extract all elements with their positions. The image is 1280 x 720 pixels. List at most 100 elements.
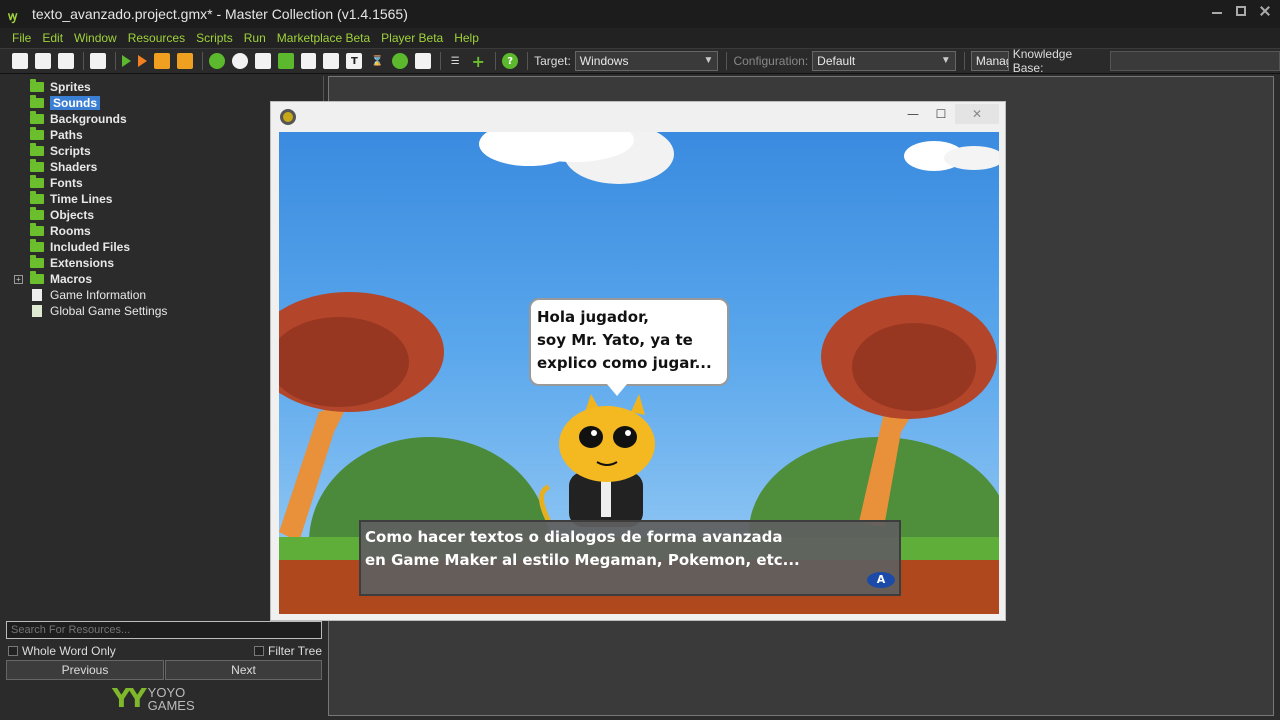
menu-help[interactable]: Help [454, 31, 479, 45]
menu-player-beta[interactable]: Player Beta [381, 31, 443, 45]
menu-marketplace-beta[interactable]: Marketplace Beta [277, 31, 370, 45]
yoyo-mark-icon: YY [112, 684, 147, 714]
tree-item-fonts[interactable]: Fonts [30, 175, 83, 191]
cloud [479, 132, 674, 184]
filter-tree-checkbox[interactable]: Filter Tree [254, 644, 322, 658]
gamemaker-logo-icon: ꝡ [8, 9, 18, 23]
create-path-icon[interactable] [277, 53, 294, 69]
tree-item-rooms[interactable]: Rooms [30, 223, 91, 239]
toolbar-divider [82, 52, 84, 70]
menu-edit[interactable]: Edit [42, 31, 63, 45]
knowledge-base-input[interactable] [1109, 51, 1280, 71]
tree-item-label: Backgrounds [50, 112, 127, 126]
next-button[interactable]: Next [165, 660, 322, 680]
menu-file[interactable]: File [12, 31, 31, 45]
expand-icon[interactable]: + [14, 274, 23, 284]
tree-item-paths[interactable]: Paths [30, 127, 83, 143]
toolbar-divider [114, 52, 116, 70]
create-shader-icon[interactable] [323, 53, 340, 69]
folder-icon [30, 223, 44, 236]
clean-build-icon[interactable] [176, 53, 193, 69]
tree-item-label: Objects [50, 208, 95, 222]
create-room-icon[interactable] [415, 53, 432, 69]
tree-item-macros[interactable]: + Macros [14, 271, 93, 287]
save-project-icon[interactable] [57, 53, 74, 69]
open-project-icon[interactable] [34, 53, 51, 69]
create-sprite-icon[interactable] [208, 53, 225, 69]
tree-item-label: Global Game Settings [50, 304, 168, 318]
menu-window[interactable]: Window [74, 31, 117, 45]
menu-resources[interactable]: Resources [128, 31, 185, 45]
manage-button[interactable]: Manag [970, 51, 1009, 71]
checkbox-box [8, 646, 18, 656]
minimize-button[interactable] [1212, 6, 1222, 14]
game-close-button[interactable]: ✕ [955, 104, 999, 124]
chevron-down-icon: ▼ [703, 55, 714, 66]
game-window: — ☐ ✕ Hola jugador, soy Mr. Yato, ya te … [270, 101, 1006, 621]
gamemaker-runner-icon [280, 109, 296, 125]
settings-document-icon [32, 305, 42, 317]
configuration-select[interactable]: Default ▼ [812, 51, 956, 71]
game-canvas[interactable]: Hola jugador, soy Mr. Yato, ya te explic… [279, 132, 999, 614]
chevron-down-icon: ▼ [940, 55, 951, 66]
create-background-icon[interactable] [254, 53, 271, 69]
manage-label: Manag [975, 54, 1008, 68]
stop-icon[interactable] [153, 53, 170, 69]
tree-item-shaders[interactable]: Shaders [30, 159, 97, 175]
tree-item-sounds[interactable]: Sounds [30, 95, 100, 111]
speech-bubble: Hola jugador, soy Mr. Yato, ya te explic… [529, 298, 729, 396]
tree-item-extensions[interactable]: Extensions [30, 255, 114, 271]
yoyo-line2: GAMES [147, 698, 195, 713]
add-icon[interactable]: + [470, 52, 486, 71]
yoyo-games-logo: YY YOYO GAMES [112, 684, 195, 714]
list-view-icon[interactable]: ☰ [447, 53, 463, 69]
create-executable-icon[interactable] [89, 53, 106, 69]
tree-item-backgrounds[interactable]: Backgrounds [30, 111, 127, 127]
tree-item-objects[interactable]: Objects [30, 207, 94, 223]
search-input[interactable] [6, 621, 322, 639]
speech-line: soy Mr. Yato, ya te [537, 331, 693, 349]
create-sound-icon[interactable] [231, 53, 248, 69]
tree-item-game-information[interactable]: Game Information [30, 287, 146, 303]
tree-item-sprites[interactable]: Sprites [30, 79, 91, 95]
folder-icon [30, 207, 44, 220]
toolbar-divider [495, 52, 497, 70]
whole-word-only-checkbox[interactable]: Whole Word Only [8, 644, 116, 658]
tree-item-included-files[interactable]: Included Files [30, 239, 130, 255]
tree-item-label: Included Files [50, 240, 131, 254]
game-maximize-button[interactable]: ☐ [927, 104, 955, 124]
tree-item-label: Sprites [50, 80, 91, 94]
folder-icon [30, 143, 44, 156]
previous-button[interactable]: Previous [6, 660, 164, 680]
help-icon[interactable]: ? [502, 53, 519, 69]
tree-item-label: Macros [50, 272, 93, 286]
maximize-button[interactable] [1236, 6, 1246, 16]
tree-item-label: Paths [50, 128, 83, 142]
create-font-icon[interactable]: T [346, 53, 363, 69]
create-script-icon[interactable] [300, 53, 317, 69]
tree-item-global-game-settings[interactable]: Global Game Settings [30, 303, 167, 319]
tree-item-time-lines[interactable]: Time Lines [30, 191, 112, 207]
new-project-icon[interactable] [12, 53, 28, 69]
debug-game-icon[interactable] [137, 55, 147, 67]
run-game-icon[interactable] [121, 55, 131, 67]
close-button[interactable] [1260, 6, 1270, 16]
checkbox-box [254, 646, 264, 656]
menu-run[interactable]: Run [244, 31, 266, 45]
create-timeline-icon[interactable]: ⌛ [369, 53, 385, 69]
tree-item-label: Game Information [50, 288, 147, 302]
title-separator: - [216, 6, 222, 22]
folder-icon [30, 271, 44, 284]
tree-item-label: Fonts [50, 176, 83, 190]
dialog-box: Como hacer textos o dialogos de forma av… [359, 520, 901, 596]
game-minimize-button[interactable]: — [899, 104, 927, 124]
toolbar-divider [440, 52, 442, 70]
create-object-icon[interactable] [392, 53, 409, 69]
tree-item-scripts[interactable]: Scripts [30, 143, 91, 159]
toolbar-divider [726, 52, 728, 70]
configuration-label: Configuration: [733, 54, 809, 68]
menu-scripts[interactable]: Scripts [196, 31, 233, 45]
cloud [904, 141, 999, 171]
folder-icon [30, 255, 44, 268]
target-select[interactable]: Windows ▼ [574, 51, 719, 71]
